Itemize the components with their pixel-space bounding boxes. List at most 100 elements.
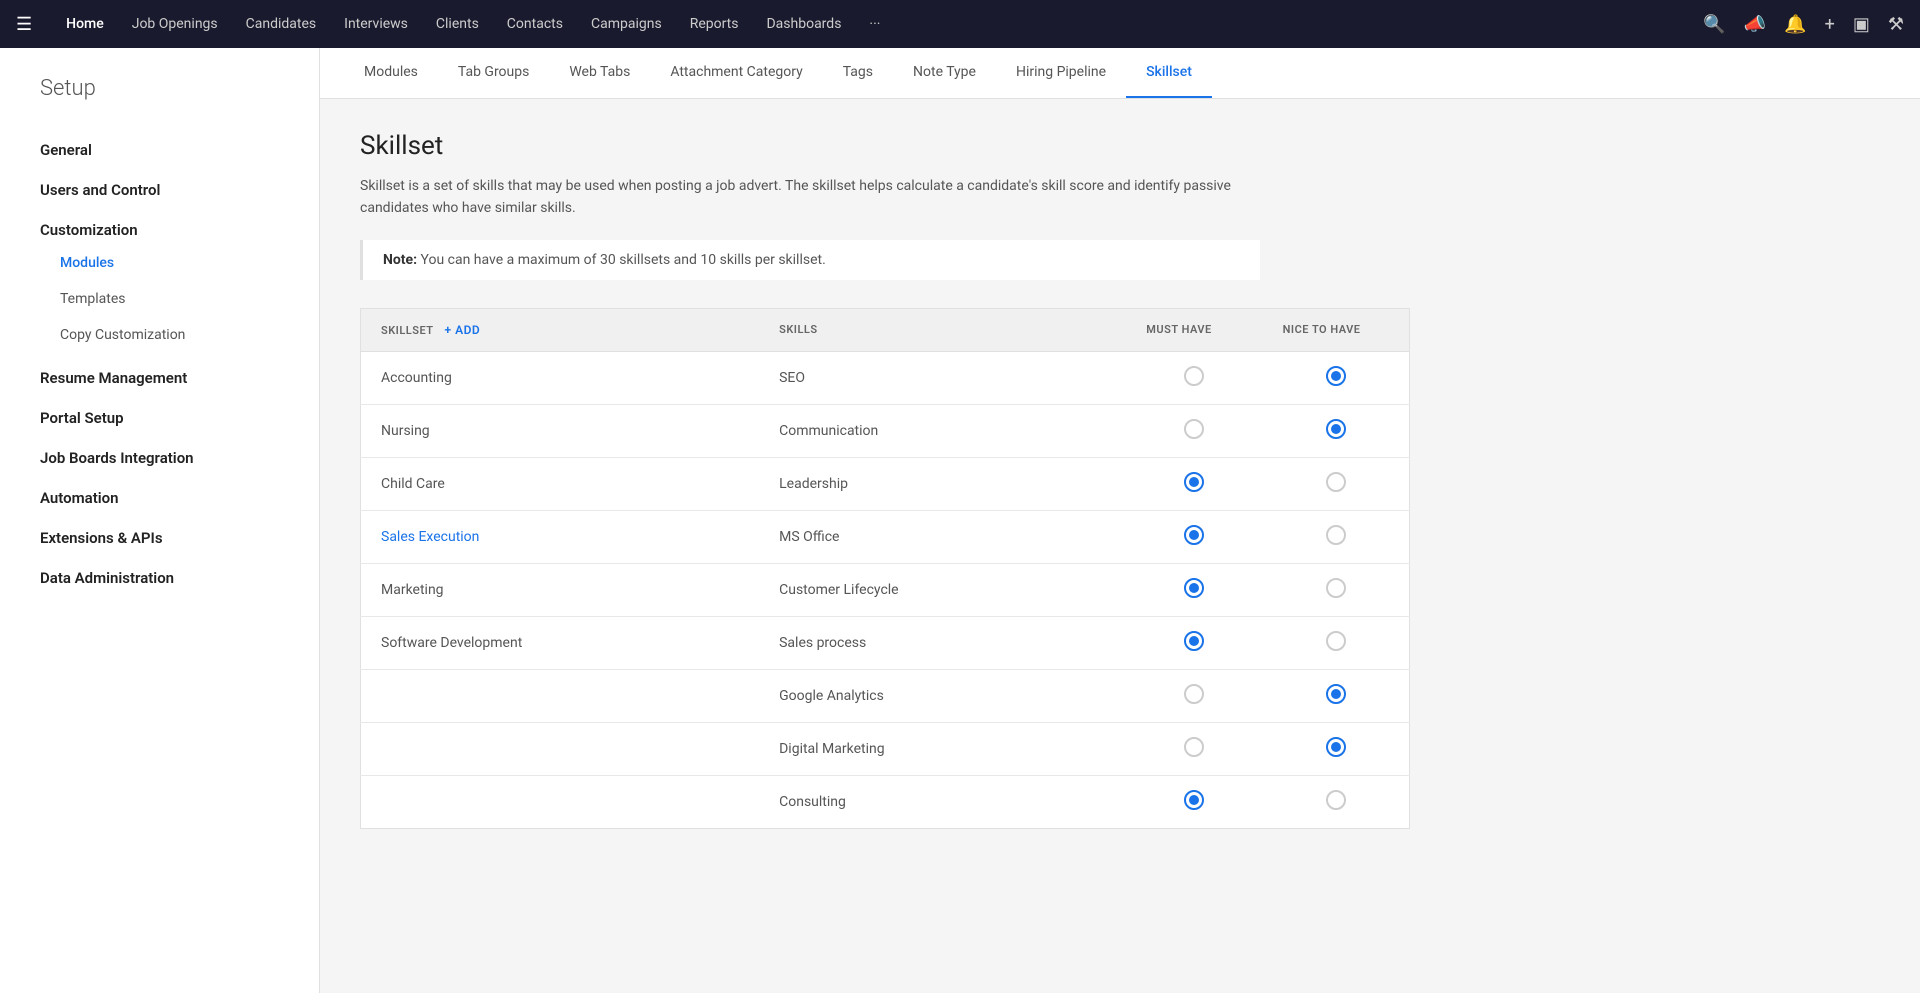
cell-skills-7: Digital Marketing xyxy=(759,722,1126,775)
nav-link-job-openings[interactable]: Job Openings xyxy=(118,0,232,48)
radio-nice-to-have-4[interactable] xyxy=(1326,578,1346,598)
cell-must-have-8[interactable] xyxy=(1126,775,1262,828)
tab-bar: Modules Tab Groups Web Tabs Attachment C… xyxy=(320,48,1920,99)
megaphone-icon[interactable]: 📣 xyxy=(1744,14,1766,35)
cell-nice-to-have-3[interactable] xyxy=(1263,510,1410,563)
cell-skillset-3[interactable]: Sales Execution xyxy=(361,510,760,563)
cell-skills-0: SEO xyxy=(759,351,1126,404)
radio-nice-to-have-0[interactable] xyxy=(1326,366,1346,386)
add-skillset-button[interactable]: + Add xyxy=(445,323,481,337)
nav-link-home[interactable]: Home xyxy=(52,0,118,48)
sidebar-item-portal-setup[interactable]: Portal Setup xyxy=(0,393,319,433)
cell-skillset-4: Marketing xyxy=(361,563,760,616)
hamburger-menu-icon[interactable]: ☰ xyxy=(16,14,32,35)
skillset-col-label: SKILLSET xyxy=(381,324,433,337)
sidebar-item-resume-management[interactable]: Resume Management xyxy=(0,353,319,393)
nav-link-clients[interactable]: Clients xyxy=(422,0,493,48)
sidebar-item-modules[interactable]: Modules xyxy=(0,245,319,281)
skillset-table: SKILLSET + Add SKILLS MUST HAVE NICE TO … xyxy=(360,308,1410,829)
table-row: AccountingSEO xyxy=(361,351,1410,404)
cell-must-have-3[interactable] xyxy=(1126,510,1262,563)
radio-must-have-7[interactable] xyxy=(1184,737,1204,757)
settings-icon[interactable]: ⚒ xyxy=(1888,14,1904,35)
radio-nice-to-have-3[interactable] xyxy=(1326,525,1346,545)
tab-modules[interactable]: Modules xyxy=(344,48,438,98)
cell-must-have-5[interactable] xyxy=(1126,616,1262,669)
radio-nice-to-have-7[interactable] xyxy=(1326,737,1346,757)
table-row: Consulting xyxy=(361,775,1410,828)
cell-nice-to-have-4[interactable] xyxy=(1263,563,1410,616)
cell-must-have-6[interactable] xyxy=(1126,669,1262,722)
cell-skills-1: Communication xyxy=(759,404,1126,457)
tab-attachment-category[interactable]: Attachment Category xyxy=(650,48,822,98)
tab-tags[interactable]: Tags xyxy=(823,48,893,98)
note-label: Note: xyxy=(383,252,417,268)
radio-must-have-1[interactable] xyxy=(1184,419,1204,439)
cell-must-have-0[interactable] xyxy=(1126,351,1262,404)
sidebar-item-automation[interactable]: Automation xyxy=(0,473,319,513)
col-header-nice-to-have: NICE TO HAVE xyxy=(1263,308,1410,351)
cell-nice-to-have-7[interactable] xyxy=(1263,722,1410,775)
top-navigation: ☰ Home Job Openings Candidates Interview… xyxy=(0,0,1920,48)
sidebar-item-templates[interactable]: Templates xyxy=(0,281,319,317)
sidebar-item-users-and-control[interactable]: Users and Control xyxy=(0,165,319,205)
cell-must-have-2[interactable] xyxy=(1126,457,1262,510)
cell-nice-to-have-2[interactable] xyxy=(1263,457,1410,510)
radio-must-have-5[interactable] xyxy=(1184,631,1204,651)
radio-must-have-2[interactable] xyxy=(1184,472,1204,492)
bell-icon[interactable]: 🔔 xyxy=(1784,14,1806,35)
cell-must-have-4[interactable] xyxy=(1126,563,1262,616)
nav-link-candidates[interactable]: Candidates xyxy=(232,0,331,48)
tab-hiring-pipeline[interactable]: Hiring Pipeline xyxy=(996,48,1126,98)
table-row: Sales ExecutionMS Office xyxy=(361,510,1410,563)
sidebar-item-extensions-and-apis[interactable]: Extensions & APIs xyxy=(0,513,319,553)
nav-link-contacts[interactable]: Contacts xyxy=(493,0,577,48)
cell-nice-to-have-5[interactable] xyxy=(1263,616,1410,669)
nav-link-more[interactable]: ··· xyxy=(855,0,894,48)
topnav-action-icons: 🔍 📣 🔔 + ▣ ⚒ xyxy=(1703,14,1904,35)
radio-must-have-4[interactable] xyxy=(1184,578,1204,598)
main-layout: Setup General Users and Control Customiz… xyxy=(0,48,1920,993)
note-text: You can have a maximum of 30 skillsets a… xyxy=(417,252,826,268)
table-body: AccountingSEONursingCommunicationChild C… xyxy=(361,351,1410,828)
table-row: Google Analytics xyxy=(361,669,1410,722)
nav-link-dashboards[interactable]: Dashboards xyxy=(752,0,855,48)
cell-nice-to-have-8[interactable] xyxy=(1263,775,1410,828)
sidebar-item-job-boards-integration[interactable]: Job Boards Integration xyxy=(0,433,319,473)
cell-skills-6: Google Analytics xyxy=(759,669,1126,722)
nav-link-campaigns[interactable]: Campaigns xyxy=(577,0,676,48)
radio-must-have-8[interactable] xyxy=(1184,790,1204,810)
radio-nice-to-have-2[interactable] xyxy=(1326,472,1346,492)
radio-must-have-6[interactable] xyxy=(1184,684,1204,704)
nav-link-reports[interactable]: Reports xyxy=(676,0,753,48)
radio-nice-to-have-1[interactable] xyxy=(1326,419,1346,439)
cell-nice-to-have-6[interactable] xyxy=(1263,669,1410,722)
radio-must-have-3[interactable] xyxy=(1184,525,1204,545)
radio-nice-to-have-8[interactable] xyxy=(1326,790,1346,810)
radio-must-have-0[interactable] xyxy=(1184,366,1204,386)
tab-web-tabs[interactable]: Web Tabs xyxy=(549,48,650,98)
cell-skills-8: Consulting xyxy=(759,775,1126,828)
cell-must-have-7[interactable] xyxy=(1126,722,1262,775)
tab-note-type[interactable]: Note Type xyxy=(893,48,996,98)
sidebar-item-data-administration[interactable]: Data Administration xyxy=(0,553,319,593)
window-icon[interactable]: ▣ xyxy=(1853,14,1870,35)
col-header-skillset: SKILLSET + Add xyxy=(361,308,760,351)
search-icon[interactable]: 🔍 xyxy=(1703,14,1725,35)
radio-nice-to-have-6[interactable] xyxy=(1326,684,1346,704)
cell-nice-to-have-1[interactable] xyxy=(1263,404,1410,457)
note-box: Note: You can have a maximum of 30 skill… xyxy=(360,240,1260,280)
add-icon[interactable]: + xyxy=(1825,14,1835,35)
radio-nice-to-have-5[interactable] xyxy=(1326,631,1346,651)
tab-tab-groups[interactable]: Tab Groups xyxy=(438,48,549,98)
nav-links: Home Job Openings Candidates Interviews … xyxy=(52,0,1703,48)
sidebar-item-copy-customization[interactable]: Copy Customization xyxy=(0,317,319,353)
cell-skillset-8 xyxy=(361,775,760,828)
nav-link-interviews[interactable]: Interviews xyxy=(330,0,422,48)
sidebar-item-general[interactable]: General xyxy=(0,125,319,165)
sidebar-item-customization[interactable]: Customization xyxy=(0,205,319,245)
cell-must-have-1[interactable] xyxy=(1126,404,1262,457)
tab-skillset[interactable]: Skillset xyxy=(1126,48,1212,98)
cell-nice-to-have-0[interactable] xyxy=(1263,351,1410,404)
main-content: Modules Tab Groups Web Tabs Attachment C… xyxy=(320,48,1920,993)
